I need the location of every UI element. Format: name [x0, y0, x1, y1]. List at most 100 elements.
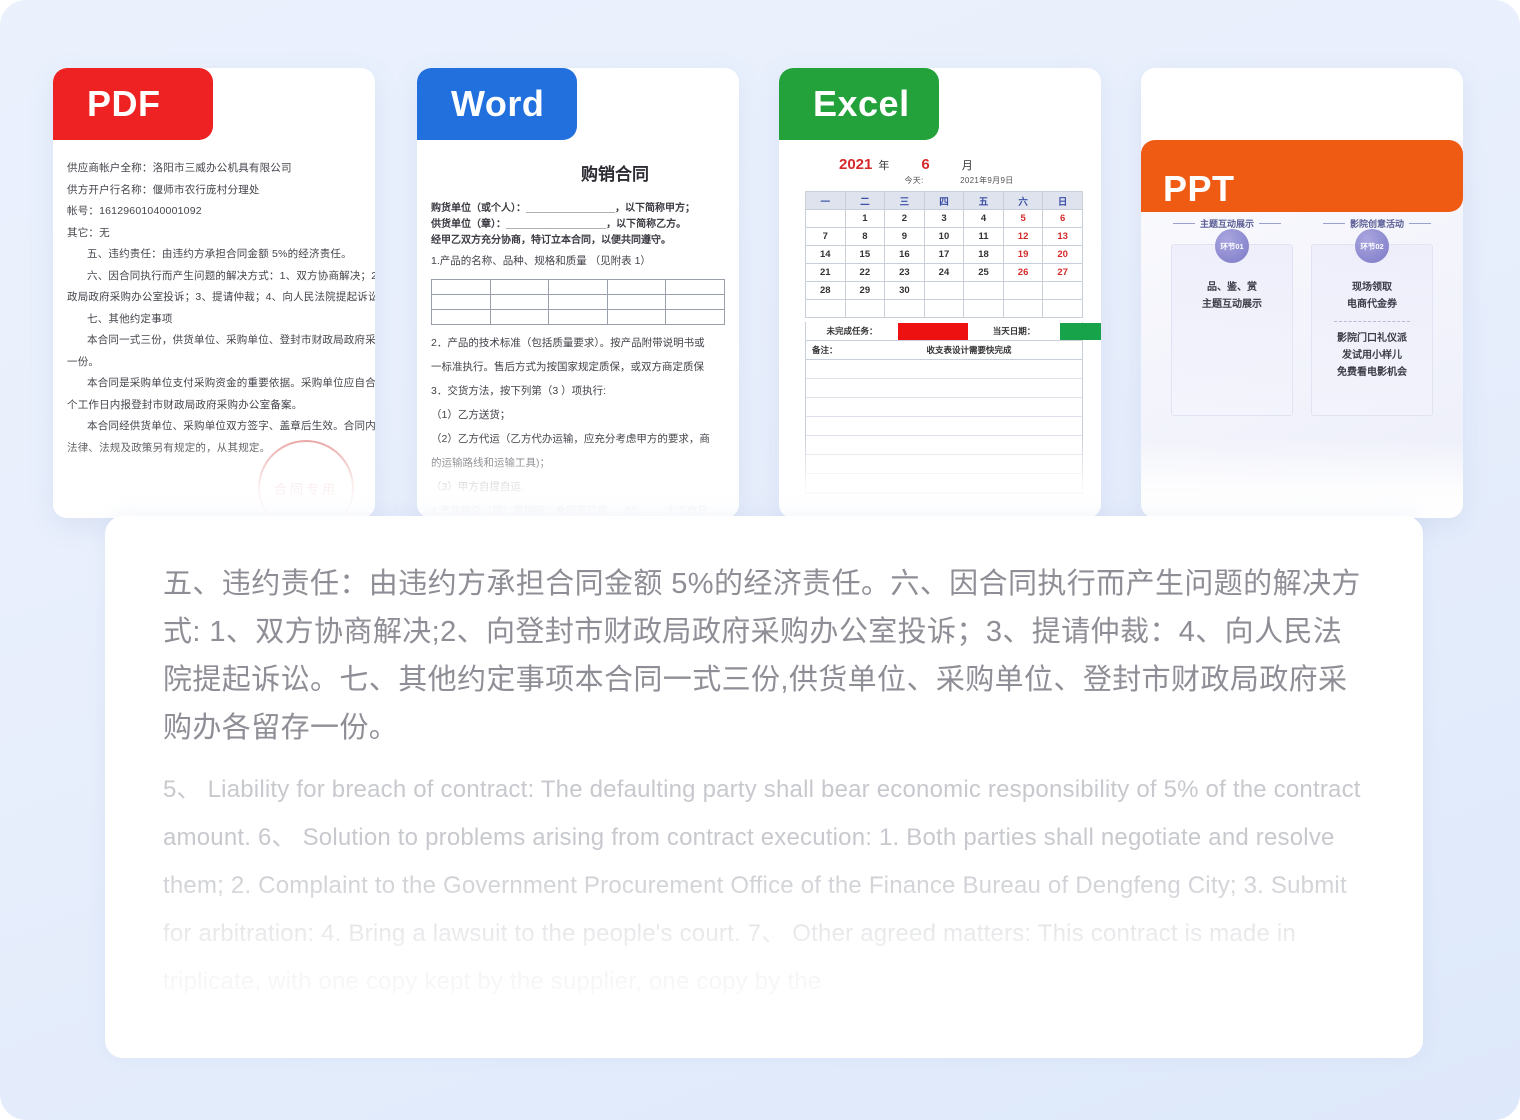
calendar-weekday: 日	[1042, 191, 1083, 210]
calendar-day[interactable]: 24	[923, 263, 965, 282]
pdf-line: 一份。	[67, 355, 100, 368]
pdf-line: 其它：无	[67, 226, 110, 239]
ppt-block-line: 现场领取	[1352, 282, 1392, 293]
calendar-day[interactable]: 13	[1042, 227, 1083, 246]
dash-line-icon	[1409, 223, 1431, 224]
calendar-day[interactable]: 22	[844, 263, 886, 282]
calendar-day[interactable]: 3	[923, 209, 965, 228]
calendar-day[interactable]: 18	[963, 245, 1004, 264]
calendar-day[interactable]: 20	[1042, 245, 1083, 264]
calendar-day[interactable]	[1002, 299, 1044, 318]
ppt-subtitle-row: 主题互动展示 影院创意活动	[1163, 217, 1441, 230]
note-label: 备注：	[812, 345, 838, 355]
calendar-day[interactable]	[844, 299, 886, 318]
extracted-text-chinese: 五、违约责任：由违约方承担合同金额 5%的经济责任。六、因合同执行而产生问题的解…	[163, 568, 1361, 744]
ppt-block-tag: 环节01	[1215, 229, 1249, 263]
word-paragraph: （3）甲方自提自运.	[431, 481, 524, 493]
word-paragraph: 的运输路线和运输工具)；	[431, 457, 550, 469]
calendar-day[interactable]	[805, 299, 846, 318]
calendar-day[interactable]: 26	[1002, 263, 1044, 282]
calendar-day[interactable]: 25	[963, 263, 1004, 282]
legend-unfinished-label: 未完成任务：	[826, 326, 878, 336]
calendar-day[interactable]: 8	[844, 227, 886, 246]
calendar-today-label: 今天:	[904, 176, 924, 185]
legend-today-swatch	[1060, 322, 1101, 340]
calendar-day[interactable]: 4	[963, 209, 1004, 228]
note-value: 收支表设计需要快完成	[926, 345, 1012, 355]
ppt-block-line: 发试用小样儿	[1342, 350, 1402, 361]
ppt-block-line: 免费看电影机会	[1337, 367, 1407, 378]
sheet-row[interactable]	[806, 417, 1082, 436]
calendar-today-value: 2021年9月9日	[960, 176, 1014, 185]
calendar-day[interactable]: 16	[884, 245, 925, 264]
extracted-text-panel[interactable]: 五、违约责任：由违约方承担合同金额 5%的经济责任。六、因合同执行而产生问题的解…	[105, 516, 1423, 1058]
calendar-day[interactable]: 19	[1002, 245, 1044, 264]
ppt-block: 环节02 现场领取 电商代金券 影院门口礼仪派 发试用小样儿 免费看电影机会	[1311, 229, 1433, 416]
calendar-day[interactable]	[923, 281, 965, 300]
calendar-day[interactable]: 7	[805, 227, 846, 246]
calendar-day[interactable]: 15	[844, 245, 886, 264]
card-badge-excel: Excel	[779, 68, 939, 140]
calendar-week-row: 7 8 9 10 11 12 13	[805, 227, 1083, 246]
document-card-word[interactable]: Word 购销合同 购货单位（或个人）：________________，以下简…	[417, 68, 739, 518]
calendar-month-unit: 月	[961, 160, 973, 172]
calendar-day[interactable]: 29	[844, 281, 886, 300]
ppt-block-row: 环节01 品、鉴、赏 主题互动展示 环节02 现场领取 电商代金券 影院门口礼仪…	[1163, 229, 1441, 416]
excel-sheet-body: 2021 年 6 月 今天: 2021年9月9日 一 二 三 四 五 六 日 1…	[779, 140, 1101, 518]
document-card-ppt[interactable]: PPT 影院创意活动 主题互动展示 影院创意活动	[1141, 68, 1463, 518]
document-card-excel[interactable]: Excel 2021 年 6 月 今天: 2021年9月9日 一 二 三 四 五…	[779, 68, 1101, 518]
calendar-day[interactable]: 5	[1002, 209, 1044, 228]
calendar-day[interactable]: 30	[884, 281, 925, 300]
sheet-row[interactable]	[806, 474, 1082, 493]
pdf-line: 政局政府采购办公室投诉；3、提请仲裁；4、向人民法院提起诉讼。	[67, 291, 375, 303]
legend-unfinished-swatch	[898, 322, 968, 340]
calendar-day[interactable]	[1042, 281, 1083, 300]
word-paragraph: 3．交货方法，按下列第（3 ）项执行:	[431, 385, 607, 397]
calendar-day[interactable]	[923, 299, 965, 318]
calendar-day[interactable]: 23	[884, 263, 925, 282]
extracted-text-english: 5、 Liability for breach of contract: The…	[163, 776, 1361, 995]
calendar-day[interactable]: 2	[884, 209, 925, 228]
calendar-day[interactable]: 10	[923, 227, 965, 246]
sheet-row[interactable]	[806, 436, 1082, 455]
card-badge-pdf: PDF	[53, 68, 213, 140]
dash-line-icon	[1173, 223, 1195, 224]
word-paragraph: （2）乙方代运（乙方代办运输，应充分考虑甲方的要求，商	[431, 433, 710, 445]
calendar-day[interactable]	[963, 299, 1004, 318]
ppt-block-line: 电商代金券	[1347, 299, 1397, 310]
word-paragraph: （1）乙方送货；	[431, 409, 511, 421]
sheet-row[interactable]	[806, 360, 1082, 379]
calendar-day[interactable]: 1	[844, 209, 886, 228]
pdf-document-body: 供应商帐户全称：洛阳市三威办公机具有限公司 供方开户行名称：偃师市农行庞村分理处…	[53, 140, 375, 518]
calendar-day[interactable]: 28	[805, 281, 846, 300]
calendar-day[interactable]	[805, 209, 846, 228]
ppt-block-divider	[1334, 321, 1410, 322]
document-card-pdf[interactable]: PDF 供应商帐户全称：洛阳市三威办公机具有限公司 供方开户行名称：偃师市农行庞…	[53, 68, 375, 518]
calendar-day[interactable]: 14	[805, 245, 846, 264]
ppt-subtitle-left-label: 主题互动展示	[1200, 219, 1255, 229]
calendar-day[interactable]: 12	[1002, 227, 1044, 246]
word-clause-1: 1.产品的名称、品种、规格和质量 （见附表 1）	[431, 255, 651, 267]
calendar-day[interactable]: 6	[1042, 209, 1083, 228]
sheet-row[interactable]	[806, 398, 1082, 417]
calendar-year: 2021	[839, 156, 873, 173]
calendar-day[interactable]: 27	[1042, 263, 1083, 282]
dash-line-icon	[1322, 223, 1345, 224]
calendar-day[interactable]	[963, 281, 1004, 300]
calendar-day[interactable]: 11	[963, 227, 1004, 246]
calendar-weekday: 三	[884, 191, 925, 210]
calendar-day[interactable]	[1002, 281, 1044, 300]
calendar-legend-row: 未完成任务： 当天日期：	[805, 322, 1101, 341]
word-head-line: 经甲乙双方充分协商，特订立本合同，以便共同遵守。	[431, 235, 671, 246]
calendar-day[interactable]: 17	[923, 245, 965, 264]
calendar-day[interactable]: 9	[884, 227, 925, 246]
calendar-month: 6	[921, 156, 930, 173]
calendar-day[interactable]	[1042, 299, 1083, 318]
calendar-day[interactable]	[884, 299, 925, 318]
card-badge-ppt: PPT	[1141, 140, 1463, 212]
calendar-weekday: 六	[1002, 191, 1044, 210]
calendar-today-row: 今天: 2021年9月9日	[805, 173, 1083, 191]
sheet-row[interactable]	[806, 455, 1082, 474]
calendar-day[interactable]: 21	[805, 263, 846, 282]
sheet-row[interactable]	[806, 379, 1082, 398]
